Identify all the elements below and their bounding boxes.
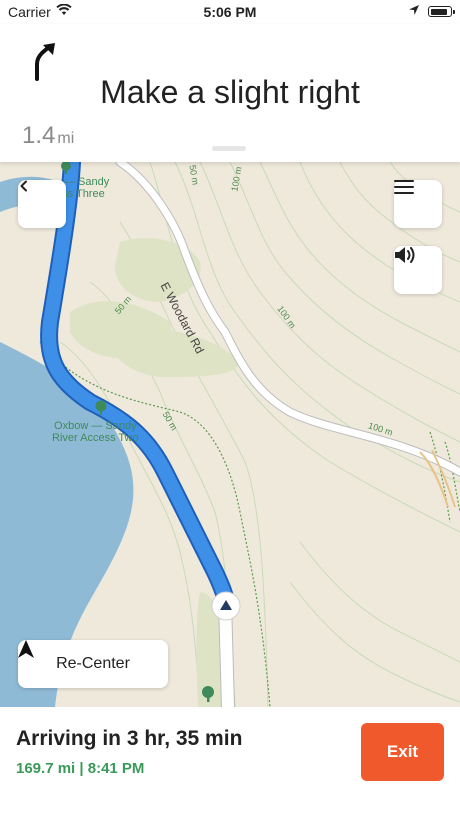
exit-button[interactable]: Exit xyxy=(361,723,444,781)
clock: 5:06 PM xyxy=(203,4,257,20)
battery-icon xyxy=(428,6,455,17)
hamburger-menu-icon xyxy=(394,180,414,194)
maneuver-instruction: Make a slight right xyxy=(100,74,360,110)
distance-value: 1.4 xyxy=(22,122,56,149)
map-view[interactable]: — Sandy ess Three Oxbow — Sandy River Ac… xyxy=(0,162,460,707)
banner-drag-handle[interactable] xyxy=(212,146,246,151)
instruction-banner[interactable]: Make a slight right 1.4 mi xyxy=(0,24,460,162)
user-location-puck xyxy=(211,591,241,621)
back-button[interactable] xyxy=(18,180,66,228)
recenter-button[interactable]: Re-Center xyxy=(18,640,168,688)
navigation-arrow-icon xyxy=(18,640,34,658)
trip-summary: Arriving in 3 hr, 35 min 169.7 mi | 8:41… xyxy=(0,707,460,818)
poi-label-line: River Access Two xyxy=(52,432,139,444)
arrival-eta: Arriving in 3 hr, 35 min xyxy=(16,727,243,750)
mute-button[interactable] xyxy=(394,246,442,294)
trip-distance-arrival-time: 169.7 mi | 8:41 PM xyxy=(16,760,145,777)
location-arrow-icon xyxy=(409,5,419,15)
status-bar: Carrier 5:06 PM xyxy=(0,0,460,24)
poi-label-line: Oxbow — Sandy xyxy=(54,420,137,432)
chevron-left-icon xyxy=(20,180,27,192)
maneuver-distance: 1.4 mi xyxy=(22,122,74,150)
recenter-label: Re-Center xyxy=(56,655,130,672)
poi-label-access-two: Oxbow — Sandy River Access Two xyxy=(52,420,139,444)
menu-button[interactable] xyxy=(394,180,442,228)
battery-level xyxy=(430,8,448,15)
speaker-icon xyxy=(395,247,415,263)
distance-unit: mi xyxy=(57,130,75,147)
